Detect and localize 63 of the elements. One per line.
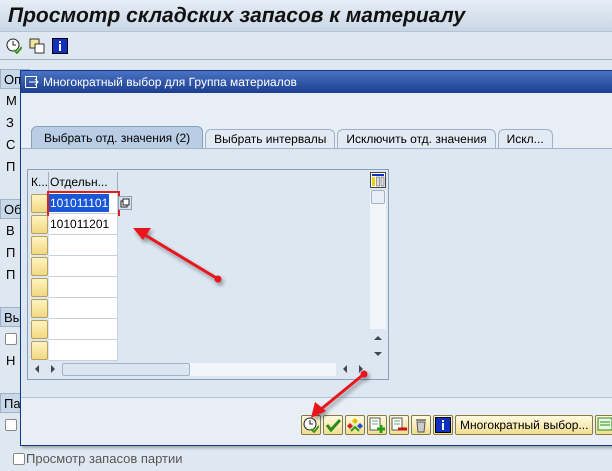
diamonds-button[interactable] bbox=[345, 414, 365, 434]
tab[interactable]: Выбрать отд. значения (2) bbox=[31, 126, 204, 148]
execute-icon[interactable] bbox=[6, 38, 22, 54]
field-label: З bbox=[6, 114, 14, 132]
annotation-arrow bbox=[311, 370, 368, 418]
copy-icon[interactable] bbox=[29, 38, 45, 54]
input-field[interactable] bbox=[49, 235, 118, 256]
multiple-selection-button[interactable]: Многократный выбор... bbox=[455, 414, 594, 434]
input-field[interactable] bbox=[49, 319, 118, 340]
row-selector[interactable] bbox=[31, 194, 48, 213]
info-icon bbox=[435, 416, 451, 432]
columns-icon[interactable] bbox=[370, 172, 386, 188]
copy-icon[interactable] bbox=[118, 196, 132, 210]
execute-icon bbox=[303, 416, 319, 432]
scrollbar-track[interactable] bbox=[370, 190, 386, 329]
document-icon bbox=[597, 416, 612, 432]
execute-button[interactable] bbox=[301, 414, 321, 434]
trash-icon bbox=[413, 416, 429, 432]
window-title: Просмотр складских запасов к материалу bbox=[8, 2, 466, 29]
field-label: С bbox=[6, 136, 16, 154]
add-rows-icon bbox=[369, 416, 385, 432]
horizontal-scrollbar[interactable] bbox=[62, 362, 336, 376]
row-selector[interactable] bbox=[31, 236, 48, 255]
input-field[interactable] bbox=[49, 340, 118, 361]
column-header[interactable]: К... bbox=[30, 172, 49, 193]
field-label: В bbox=[6, 222, 15, 240]
scroll-thumb[interactable] bbox=[371, 190, 385, 204]
checkbox[interactable] bbox=[5, 333, 17, 345]
row-selector[interactable] bbox=[31, 257, 48, 276]
scroll-thumb[interactable] bbox=[62, 362, 190, 376]
checkbox[interactable] bbox=[13, 453, 25, 465]
tab[interactable]: Выбрать интервалы bbox=[205, 129, 336, 148]
dialog-icon bbox=[25, 76, 39, 88]
input-field[interactable] bbox=[49, 298, 118, 319]
info-icon[interactable] bbox=[52, 38, 68, 54]
tab[interactable]: Исключить отд. значения bbox=[337, 129, 496, 148]
field-label: М bbox=[6, 92, 17, 110]
tab[interactable]: Искл... bbox=[498, 129, 553, 148]
info-button[interactable] bbox=[433, 414, 453, 434]
input-field[interactable]: 101011101 bbox=[49, 193, 118, 214]
diamonds-icon bbox=[347, 416, 363, 432]
remove-rows-icon bbox=[391, 416, 407, 432]
field-label: П bbox=[6, 158, 16, 176]
document-button[interactable] bbox=[595, 414, 612, 434]
add-rows-button[interactable] bbox=[367, 414, 387, 434]
checkmark-icon bbox=[325, 416, 341, 432]
dialog-title: Многократный выбор для Группа материалов bbox=[43, 74, 297, 91]
row-selector[interactable] bbox=[31, 320, 48, 339]
input-field[interactable] bbox=[49, 256, 118, 277]
column-header[interactable]: Отдельн... bbox=[49, 172, 118, 193]
input-field[interactable]: 101011201 bbox=[49, 214, 118, 235]
field-label: П bbox=[6, 244, 16, 262]
remove-rows-button[interactable] bbox=[389, 414, 409, 434]
trash-button[interactable] bbox=[411, 414, 431, 434]
field-label: П bbox=[6, 266, 16, 284]
row-selector[interactable] bbox=[31, 215, 48, 234]
checkbox-label: Просмотр запасов партии bbox=[26, 450, 183, 468]
input-field[interactable] bbox=[49, 277, 118, 298]
checkbox[interactable] bbox=[5, 419, 17, 431]
row-selector[interactable] bbox=[31, 278, 48, 297]
field-label: Н bbox=[6, 352, 16, 370]
row-selector[interactable] bbox=[31, 299, 48, 318]
checkmark-button[interactable] bbox=[323, 414, 343, 434]
